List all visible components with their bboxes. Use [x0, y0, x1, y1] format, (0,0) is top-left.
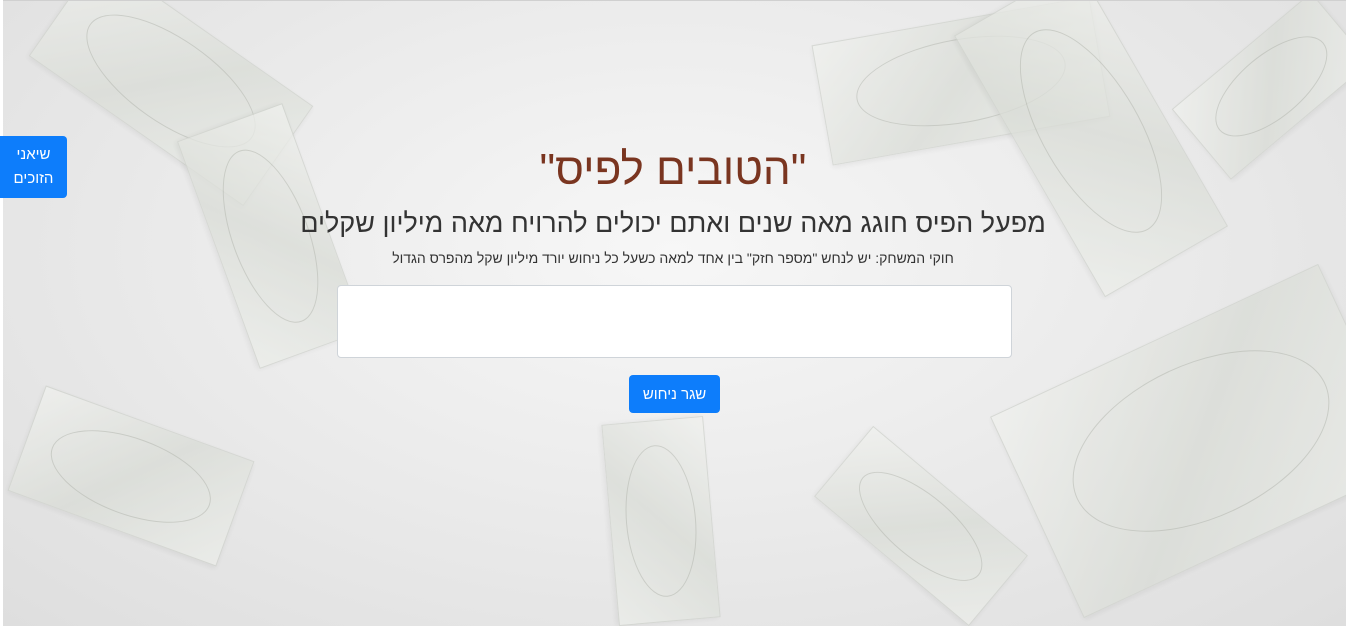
top-border	[0, 0, 1346, 1]
banknote-image	[601, 415, 721, 626]
submit-guess-button[interactable]: שגר ניחוש	[629, 375, 720, 413]
page-title: "הטובים לפיס"	[539, 145, 807, 194]
banknote-image	[814, 425, 1028, 626]
game-rules-text: חוקי המשחק: יש לנחש "מספר חזק" בין אחד ל…	[392, 250, 954, 266]
banknote-image	[990, 263, 1346, 619]
banknote-image	[7, 385, 255, 567]
page-subtitle: מפעל הפיס חוגג מאה שנים ואתם יכולים להרו…	[300, 208, 1046, 238]
guess-input[interactable]	[337, 285, 1012, 358]
left-border	[0, 0, 3, 626]
